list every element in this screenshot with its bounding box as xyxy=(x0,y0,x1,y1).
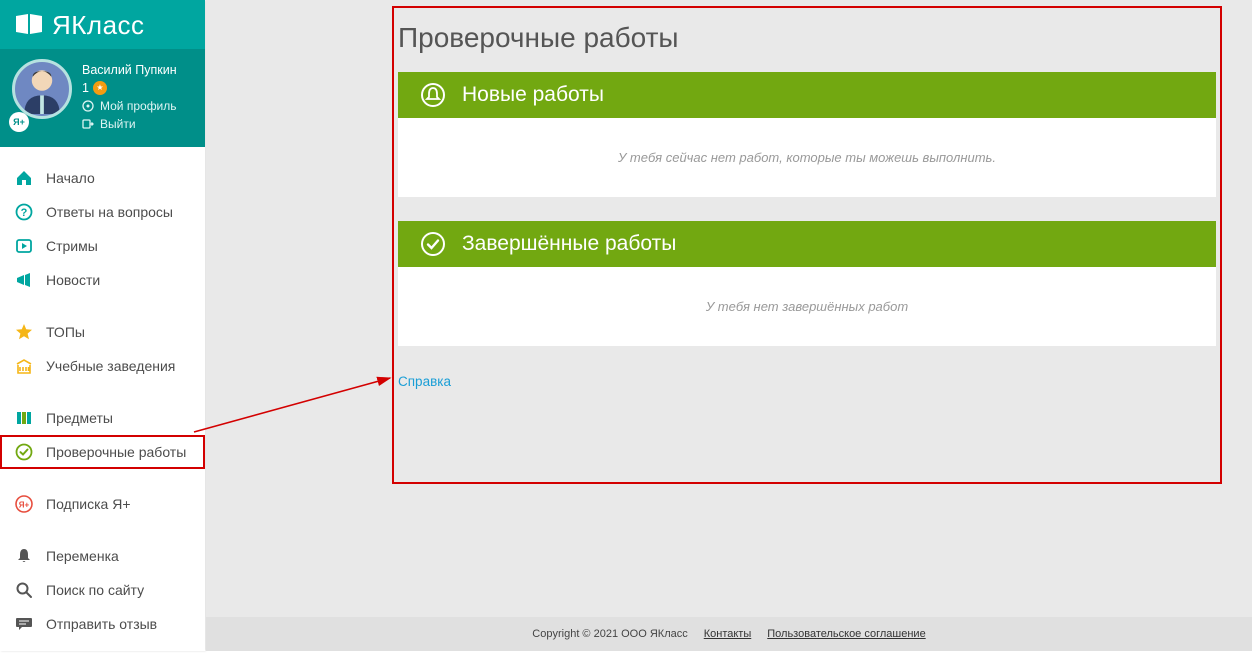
profile-info: Василий Пупкин 1 Мой профиль Выйти xyxy=(82,59,177,131)
nav-label: Предметы xyxy=(46,410,113,426)
logout-icon xyxy=(82,118,94,130)
svg-text:Я+: Я+ xyxy=(19,501,30,510)
sidebar-header: ЯКласс Я+ Василий Пупкин 1 xyxy=(0,0,205,147)
nav-item-tests[interactable]: Проверочные работы xyxy=(0,435,205,469)
nav-label: ТОПы xyxy=(46,324,85,340)
nav-label: Начало xyxy=(46,170,95,186)
profile-block: Я+ Василий Пупкин 1 Мой профиль xyxy=(0,49,205,147)
nav-label: Подписка Я+ xyxy=(46,496,131,512)
avatar-wrap[interactable]: Я+ xyxy=(12,59,72,131)
profile-name[interactable]: Василий Пупкин xyxy=(82,59,177,77)
nav-item-tops[interactable]: ТОПы xyxy=(0,315,205,349)
logo-icon xyxy=(14,12,44,36)
help-link[interactable]: Справка xyxy=(398,374,451,389)
star-solid-icon xyxy=(14,322,34,342)
nav-item-yaplus[interactable]: Я+ Подписка Я+ xyxy=(0,487,205,521)
nav-label: Переменка xyxy=(46,548,119,564)
chat-icon xyxy=(14,614,34,634)
nav-item-streams[interactable]: Стримы xyxy=(0,229,205,263)
nav-item-answers[interactable]: ? Ответы на вопросы xyxy=(0,195,205,229)
books-icon xyxy=(14,408,34,428)
footer-contacts-link[interactable]: Контакты xyxy=(704,628,752,640)
logo-text: ЯКласс xyxy=(52,10,145,41)
nav-item-break[interactable]: Переменка xyxy=(0,539,205,573)
nav-item-news[interactable]: Новости xyxy=(0,263,205,297)
nav-label: Ответы на вопросы xyxy=(46,204,173,220)
alarm-icon xyxy=(420,82,446,108)
panel-new-title: Новые работы xyxy=(462,83,604,107)
main: Проверочные работы Новые работы У тебя с… xyxy=(206,0,1252,651)
check-circle-large-icon xyxy=(420,231,446,257)
megaphone-icon xyxy=(14,270,34,290)
nav-label: Стримы xyxy=(46,238,98,254)
page-title: Проверочные работы xyxy=(398,22,1216,54)
nav-item-search[interactable]: Поиск по сайту xyxy=(0,573,205,607)
bell-icon xyxy=(14,546,34,566)
nav-label: Новости xyxy=(46,272,100,288)
panel-done-header[interactable]: Завершённые работы xyxy=(398,221,1216,267)
nav-label: Отправить отзыв xyxy=(46,616,157,632)
panel-done-works: Завершённые работы У тебя нет завершённы… xyxy=(398,221,1216,346)
footer: Copyright © 2021 ООО ЯКласс Контакты Пол… xyxy=(206,617,1252,651)
panel-done-title: Завершённые работы xyxy=(462,232,676,256)
logout-link[interactable]: Выйти xyxy=(82,117,177,131)
panel-new-empty: У тебя сейчас нет работ, которые ты може… xyxy=(398,118,1216,197)
my-profile-label: Мой профиль xyxy=(100,99,177,113)
building-icon xyxy=(14,356,34,376)
svg-text:?: ? xyxy=(21,207,28,219)
footer-copyright: Copyright © 2021 ООО ЯКласс xyxy=(532,628,687,640)
home-icon xyxy=(14,168,34,188)
play-icon xyxy=(14,236,34,256)
panel-new-works: Новые работы У тебя сейчас нет работ, ко… xyxy=(398,72,1216,197)
star-icon xyxy=(93,81,107,95)
target-icon xyxy=(82,100,94,112)
yaplus-badge-icon: Я+ xyxy=(9,112,29,132)
nav-item-home[interactable]: Начало xyxy=(0,161,205,195)
content: Проверочные работы Новые работы У тебя с… xyxy=(398,10,1216,389)
profile-score: 1 xyxy=(82,81,177,95)
nav-item-schools[interactable]: Учебные заведения xyxy=(0,349,205,383)
profile-score-value: 1 xyxy=(82,81,89,95)
footer-terms-link[interactable]: Пользовательское соглашение xyxy=(767,628,925,640)
nav-item-feedback[interactable]: Отправить отзыв xyxy=(0,607,205,641)
logo[interactable]: ЯКласс xyxy=(0,0,205,49)
nav-label: Поиск по сайту xyxy=(46,582,144,598)
nav-item-subjects[interactable]: Предметы xyxy=(0,401,205,435)
sidebar: ЯКласс Я+ Василий Пупкин 1 xyxy=(0,0,205,651)
nav-label: Проверочные работы xyxy=(46,444,186,460)
panel-done-empty: У тебя нет завершённых работ xyxy=(398,267,1216,346)
my-profile-link[interactable]: Мой профиль xyxy=(82,99,177,113)
logout-label: Выйти xyxy=(100,117,136,131)
avatar xyxy=(12,59,72,119)
nav: Начало ? Ответы на вопросы Стримы Новост… xyxy=(0,147,205,655)
search-icon xyxy=(14,580,34,600)
nav-label: Учебные заведения xyxy=(46,358,175,374)
panel-new-header[interactable]: Новые работы xyxy=(398,72,1216,118)
yaplus-icon: Я+ xyxy=(14,494,34,514)
check-circle-icon xyxy=(14,442,34,462)
question-icon: ? xyxy=(14,202,34,222)
